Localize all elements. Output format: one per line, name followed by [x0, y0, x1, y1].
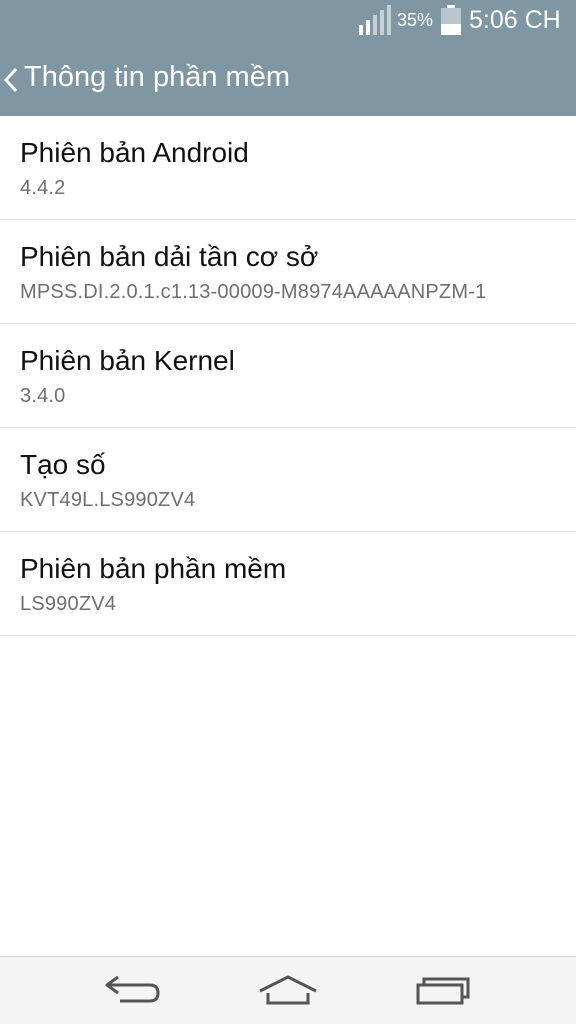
page-title: Thông tin phần mềm	[24, 61, 290, 93]
list-item-kernel-version[interactable]: Phiên bản Kernel 3.4.0	[0, 324, 576, 428]
list-item-android-version[interactable]: Phiên bản Android 4.4.2	[0, 116, 576, 220]
item-title: Phiên bản Android	[20, 137, 249, 168]
navigation-bar	[0, 956, 576, 1024]
nav-back-button[interactable]	[92, 967, 172, 1015]
home-icon	[259, 975, 317, 1005]
item-title: Tạo số	[20, 449, 106, 480]
item-value: 4.4.2	[20, 177, 66, 199]
screen: 35% 5:06 CH Thông tin phần mềm Phiên bản…	[0, 0, 576, 1024]
list-item-baseband-version[interactable]: Phiên bản dải tần cơ sở MPSS.DI.2.0.1.c1…	[0, 220, 576, 324]
header: 35% 5:06 CH Thông tin phần mềm	[0, 0, 576, 116]
chevron-left-icon	[3, 67, 18, 93]
status-bar: 35% 5:06 CH	[0, 0, 576, 40]
item-title: Phiên bản phần mềm	[20, 553, 287, 584]
back-button[interactable]: Thông tin phần mềm	[0, 44, 320, 116]
battery-percent: 35%	[397, 10, 434, 30]
settings-list: Phiên bản Android 4.4.2 Phiên bản dải tầ…	[0, 116, 576, 636]
nav-home-button[interactable]	[248, 967, 328, 1015]
clock: 5:06 CH	[469, 6, 561, 34]
list-item-software-version[interactable]: Phiên bản phần mềm LS990ZV4	[0, 532, 576, 636]
action-bar: Thông tin phần mềm	[0, 44, 576, 116]
list-item-build-number[interactable]: Tạo số KVT49L.LS990ZV4	[0, 428, 576, 532]
recent-apps-icon	[416, 977, 470, 1005]
item-title: Phiên bản dải tần cơ sở	[20, 241, 319, 272]
item-value: KVT49L.LS990ZV4	[20, 489, 196, 511]
signal-icon	[359, 5, 391, 35]
item-value: 3.4.0	[20, 385, 66, 407]
item-value: LS990ZV4	[20, 593, 117, 615]
item-value: MPSS.DI.2.0.1.c1.13-00009-M8974AAAAANPZM…	[20, 281, 487, 303]
nav-recent-button[interactable]	[404, 967, 484, 1015]
back-arrow-icon	[105, 975, 160, 1003]
item-title: Phiên bản Kernel	[20, 345, 235, 376]
battery-icon	[441, 5, 461, 35]
